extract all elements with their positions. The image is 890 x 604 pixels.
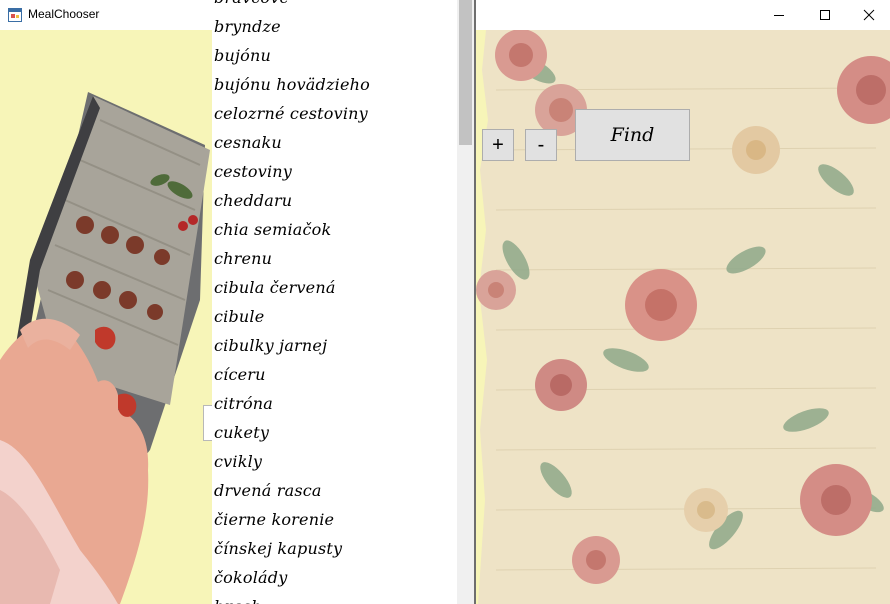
list-item[interactable]: chrenu [214,244,454,273]
list-item[interactable]: cíceru [214,360,454,389]
app-window-icon [8,8,22,22]
close-icon [863,9,875,21]
list-item[interactable]: celozrné cestoviny [214,99,454,128]
maximize-icon [820,10,830,20]
minimize-icon [774,15,784,16]
cookbook-illustration [0,30,212,604]
floral-wallpaper: + - Find [476,30,890,604]
list-item[interactable]: čokolády [214,563,454,592]
window-title: MealChooser [28,7,100,21]
list-item[interactable]: bujónu hovädzieho [214,70,454,99]
add-button[interactable]: + [482,129,514,161]
scrollbar-thumb[interactable] [459,0,472,145]
cookbook-image [0,92,210,604]
list-item[interactable]: cestoviny [214,157,454,186]
ingredients-list: bravčovébryndzebujónubujónu hovädziehoce… [214,0,454,604]
list-item[interactable]: čínskej kapusty [214,534,454,563]
list-item[interactable]: hrach [214,592,454,604]
list-item[interactable]: chia semiačok [214,215,454,244]
ingredients-listbox[interactable]: bravčovébryndzebujónubujónu hovädziehoce… [212,0,476,604]
list-item[interactable]: cibule [214,302,454,331]
list-item[interactable]: cibulky jarnej [214,331,454,360]
list-item[interactable]: cvikly [214,447,454,476]
list-item[interactable]: citróna [214,389,454,418]
list-item[interactable]: bujónu [214,41,454,70]
close-button[interactable] [846,0,890,30]
list-item[interactable]: cheddaru [214,186,454,215]
list-item[interactable]: čierne korenie [214,505,454,534]
list-item[interactable]: cukety [214,418,454,447]
list-item[interactable]: bravčové [214,0,454,12]
listbox-scrollbar[interactable] [457,0,474,604]
list-item[interactable]: cibula červená [214,273,454,302]
list-item[interactable]: cesnaku [214,128,454,157]
list-item[interactable]: drvená rasca [214,476,454,505]
maximize-button[interactable] [802,0,848,30]
list-item[interactable]: bryndze [214,12,454,41]
remove-button[interactable]: - [525,129,557,161]
splitter-handle[interactable] [203,405,212,441]
minimize-button[interactable] [756,0,802,30]
find-button[interactable]: Find [575,109,690,161]
